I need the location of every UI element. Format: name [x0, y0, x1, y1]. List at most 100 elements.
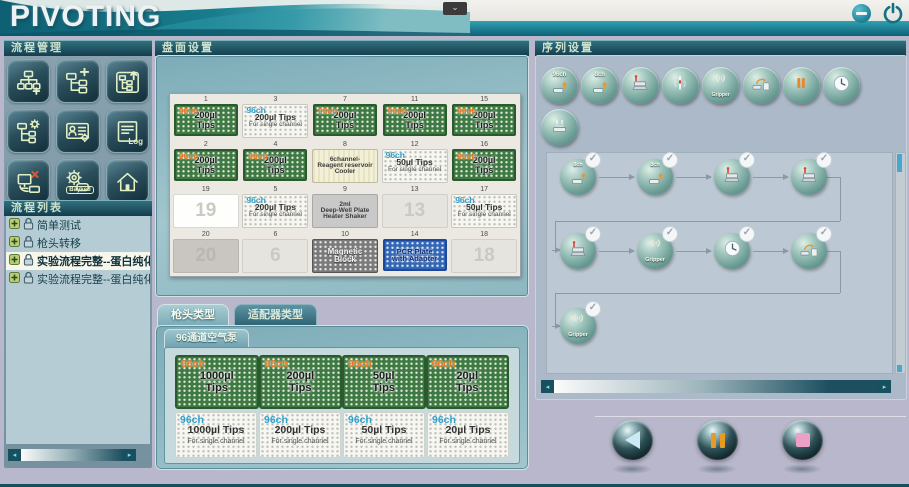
clock-icon	[723, 239, 742, 263]
scrollbar-thumb[interactable]	[897, 154, 902, 172]
tip-rack[interactable]: 96ch200µl TipsFor single channel	[259, 412, 341, 458]
scrollbar-track[interactable]	[554, 380, 878, 393]
tool-add-step[interactable]	[56, 59, 99, 103]
tool-new-process[interactable]	[7, 59, 50, 103]
seq-tool-mix[interactable]	[662, 67, 699, 104]
deck-plate-8[interactable]: 6channel-Reagent reservoirCooler	[312, 149, 378, 183]
seq-tool-pipette-96ch[interactable]: 96ch	[541, 67, 578, 104]
tip-rack[interactable]: 96ch1000µlTips	[175, 355, 259, 409]
process-list-item[interactable]: 实验流程完整--蛋白纯化 1列 3	[6, 270, 150, 288]
process-list-item[interactable]: 枪头转移	[6, 234, 150, 252]
tip-rack[interactable]: 96ch20µlTips	[426, 355, 510, 409]
minimize-button[interactable]	[852, 4, 871, 23]
seq-tool-pipette-8ch[interactable]: 8ch	[581, 67, 618, 104]
tool-home[interactable]	[106, 159, 149, 203]
deck-plate-1[interactable]: 96ch200µlTips	[174, 104, 238, 136]
tab-adapter-type[interactable]: 适配器类型	[234, 304, 317, 326]
flow-node-8ch[interactable]: 8ch	[637, 159, 673, 195]
power-button[interactable]	[882, 2, 904, 24]
expand-plus-icon[interactable]	[9, 236, 20, 250]
slot-number: 9	[343, 185, 347, 194]
tool-process-settings[interactable]	[7, 109, 50, 153]
node-label: Gripper	[568, 333, 588, 339]
tip-rack[interactable]: 96ch200µlTips	[259, 355, 343, 409]
seq-tool-gripper[interactable]: Gripper	[702, 67, 739, 104]
tip-rack[interactable]: 96ch50µlTips	[342, 355, 426, 409]
deck-plate-14[interactable]: PCR Platewith Adapter	[383, 239, 447, 271]
tip-rack-label: Tips	[456, 382, 478, 394]
flow-node-heater[interactable]	[791, 159, 827, 195]
flow-node-heater[interactable]	[714, 159, 750, 195]
flow-connector	[827, 177, 840, 178]
tab-tip-type[interactable]: 枪头类型	[157, 304, 229, 326]
deck-plate-13[interactable]: 13	[382, 194, 448, 228]
seq-tool-discard-tip[interactable]	[743, 67, 780, 104]
gripper-icon	[647, 238, 664, 258]
tool-export-process[interactable]	[106, 59, 149, 103]
titlebar-menu-button[interactable]: ⌄	[443, 2, 467, 15]
scroll-down-button[interactable]	[897, 365, 902, 372]
tool-disconnect-device[interactable]	[7, 159, 50, 203]
deck-plate-3[interactable]: 96ch200µl TipsFor single channel	[242, 104, 308, 138]
tool-log[interactable]: Log	[106, 109, 149, 153]
tool-user-settings[interactable]	[56, 109, 99, 153]
seq-tool-transfer[interactable]	[541, 109, 578, 146]
deck-plate-6[interactable]: 6	[242, 239, 308, 273]
expand-plus-icon[interactable]	[9, 254, 20, 268]
scrollbar-track[interactable]	[21, 449, 123, 461]
deck-plate-7[interactable]: 96ch200µlTips	[313, 104, 377, 136]
tool-device-config[interactable]: Bayked	[56, 159, 99, 203]
flow-node-heater[interactable]	[560, 233, 596, 269]
flow-vertical-scrollbar[interactable]	[895, 152, 906, 374]
deck-plate-5[interactable]: 96ch200µl TipsFor single channel	[242, 194, 308, 228]
deck-plate-9[interactable]: 2mlDeep-Well PlateHeater Shaker	[312, 194, 378, 228]
scroll-right-icon[interactable]	[878, 380, 891, 393]
flow-horizontal-scrollbar[interactable]	[541, 380, 891, 393]
pause-button[interactable]	[697, 420, 738, 460]
deck-setup-header: 盘面设置	[155, 40, 529, 56]
flow-node-8ch[interactable]: 8ch	[560, 159, 596, 195]
tip-rack[interactable]: 96ch1000µl TipsFor single channel	[175, 412, 257, 458]
deck-plate-20[interactable]: 20	[173, 239, 239, 273]
process-list-scrollbar[interactable]	[8, 449, 136, 461]
tip-rack[interactable]: 96ch20µl TipsFor single channel	[427, 412, 509, 458]
play-button[interactable]	[612, 420, 653, 460]
deck-plate-11[interactable]: 96ch200µlTips	[383, 104, 447, 136]
tip-rack-label: 20µl Tips	[446, 425, 491, 436]
deck-slot-13: 1313	[380, 185, 450, 230]
deck-plate-15[interactable]: 96ch200µlTips	[452, 104, 516, 136]
deck-plate-16[interactable]: 96ch200µlTips	[452, 149, 516, 181]
seq-tool-pause-step[interactable]	[783, 67, 820, 104]
deck-plate-18[interactable]: 18	[451, 239, 517, 273]
tip-rack-label: 50µl	[373, 370, 395, 382]
plate-label: Tips	[197, 165, 215, 175]
flow-node-discard[interactable]	[791, 233, 827, 269]
stop-button[interactable]	[782, 420, 823, 460]
deck-plate-2[interactable]: 96ch200µlTips	[174, 149, 238, 181]
disconnect-device-icon	[15, 168, 42, 195]
deck-plate-4[interactable]: 96ch200µlTips	[243, 149, 307, 181]
tip-rack[interactable]: 96ch50µl TipsFor single channel	[343, 412, 425, 458]
process-list-item[interactable]: 实验流程完整--蛋白纯化	[6, 252, 150, 270]
deck-plate-12[interactable]: 96ch50µl TipsFor single channel	[382, 149, 448, 183]
flow-node-gripper[interactable]: Gripper	[637, 233, 673, 269]
tab-96ch-air-pump[interactable]: 96通道空气泵	[164, 329, 249, 348]
process-list-item[interactable]: 简单测试	[6, 216, 150, 234]
deck-plate-10[interactable]: MagneticBlock	[312, 239, 378, 273]
scroll-left-icon[interactable]	[541, 380, 554, 393]
empty-slot-number: 19	[195, 202, 216, 220]
seq-tool-timer[interactable]	[823, 67, 860, 104]
flow-node-gripper[interactable]: Gripper	[560, 308, 596, 344]
scroll-left-icon[interactable]	[8, 449, 21, 461]
deck-plate-17[interactable]: 96ch50µl TipsFor single channel	[451, 194, 517, 228]
tool-grid: LogBayked	[7, 59, 149, 203]
titlebar: PIVOTING ⌄	[0, 0, 909, 36]
deck-plate-19[interactable]: 19	[173, 194, 239, 228]
channel-count-label: 96ch	[265, 359, 289, 370]
expand-plus-icon[interactable]	[9, 218, 20, 232]
flow-node-clock[interactable]	[714, 233, 750, 269]
expand-plus-icon[interactable]	[9, 272, 20, 286]
deck-slot-12: 1296ch50µl TipsFor single channel	[380, 140, 450, 185]
seq-tool-heater-shaker[interactable]	[622, 67, 659, 104]
scroll-right-icon[interactable]	[123, 449, 136, 461]
